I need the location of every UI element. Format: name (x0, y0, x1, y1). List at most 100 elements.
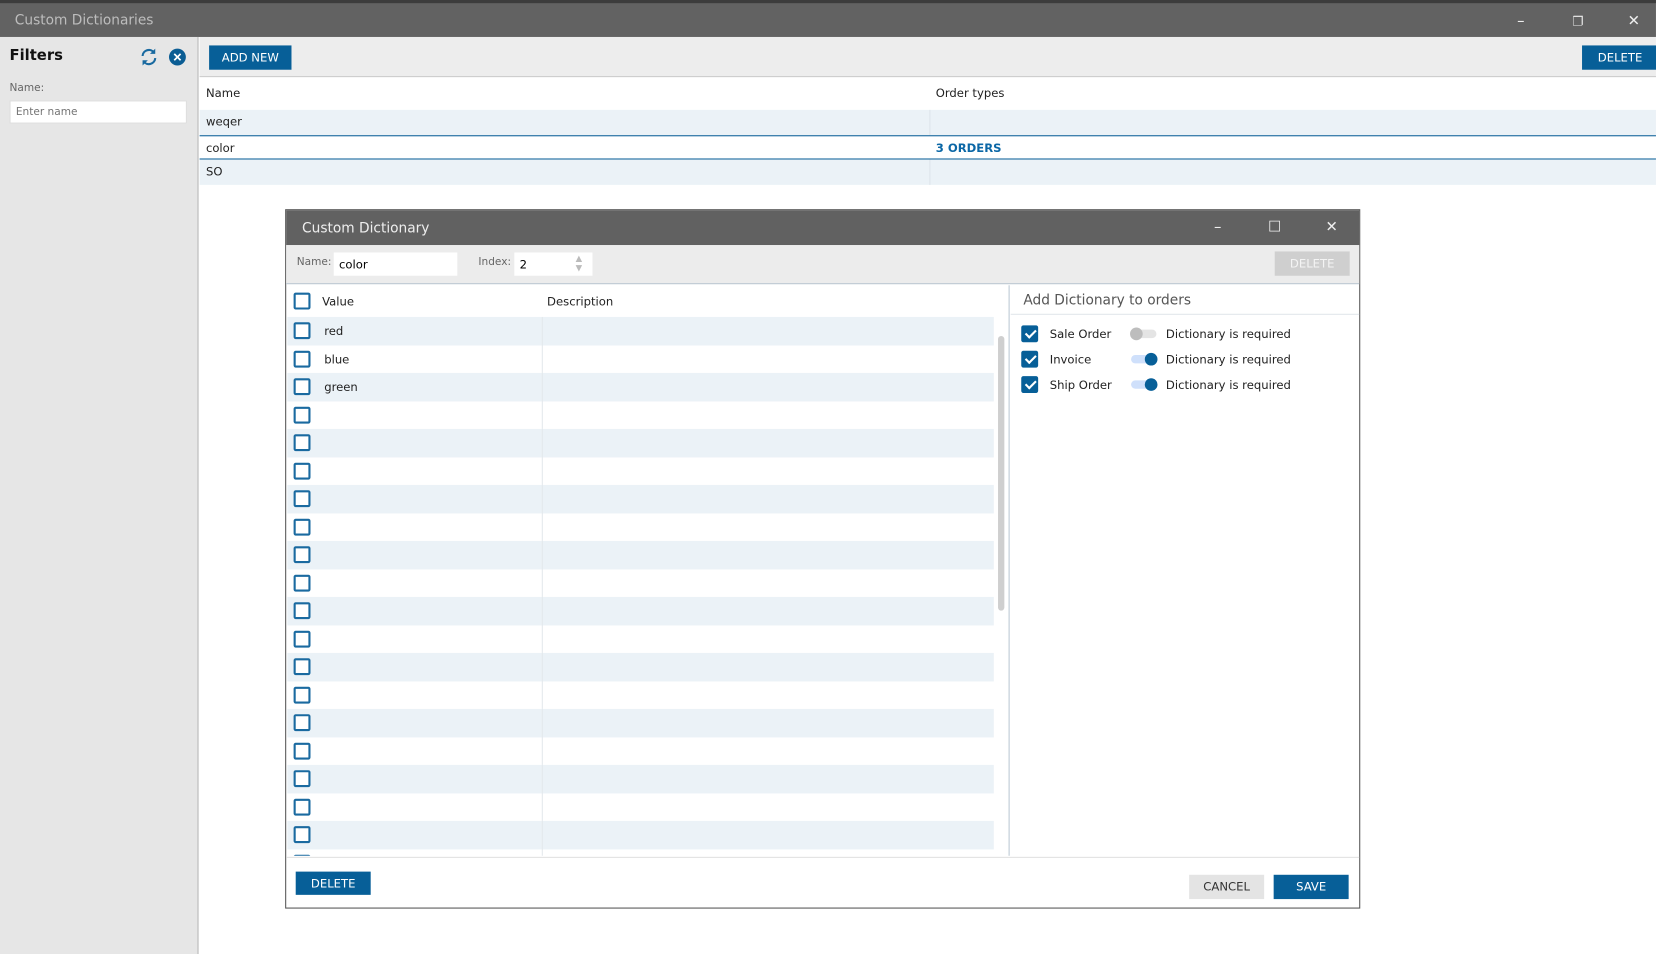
row-checkbox[interactable] (293, 518, 311, 536)
dictionaries-grid: Name Order types weqer color 3 ORDERS SO (199, 78, 1656, 185)
header-order-types[interactable]: Order types (936, 78, 1005, 110)
list-item[interactable]: green (287, 372, 994, 401)
index-label: Index: (478, 256, 512, 269)
row-checkbox[interactable] (293, 406, 311, 424)
order-type-item: Sale Order Dictionary is required (1021, 324, 1359, 345)
name-filter-input[interactable] (9, 100, 187, 124)
minimize-button[interactable]: – (1505, 10, 1537, 33)
value-cell[interactable]: blue (324, 352, 349, 366)
list-item[interactable] (287, 400, 994, 429)
header-value: Value (322, 294, 355, 309)
row-checkbox[interactable] (293, 602, 311, 620)
order-name: Invoice (1049, 352, 1092, 367)
filters-title: Filters (9, 47, 63, 65)
table-row-selected[interactable]: color 3 ORDERS (199, 134, 1656, 160)
save-button[interactable]: SAVE (1273, 874, 1349, 900)
row-checkbox[interactable] (293, 686, 311, 704)
list-item[interactable] (287, 624, 994, 653)
row-checkbox[interactable] (293, 322, 311, 340)
required-toggle[interactable] (1131, 352, 1158, 366)
required-label: Dictionary is required (1165, 352, 1291, 367)
list-item[interactable] (287, 652, 994, 681)
delete-values-button[interactable]: DELETE (295, 871, 371, 895)
window-titlebar: Custom Dictionaries – ❐ ✕ (0, 0, 1656, 37)
delete-button[interactable]: DELETE (1582, 45, 1656, 70)
list-item[interactable]: blue (287, 344, 994, 373)
row-name: color (205, 141, 235, 155)
list-item[interactable] (287, 428, 994, 457)
row-checkbox[interactable] (293, 658, 311, 676)
list-item[interactable] (287, 764, 994, 793)
row-name: weqer (205, 115, 242, 129)
order-type-item: Ship Order Dictionary is required (1021, 375, 1359, 396)
list-item[interactable]: red (287, 316, 994, 345)
list-item[interactable] (287, 512, 994, 541)
add-new-button[interactable]: ADD NEW (209, 45, 292, 70)
required-toggle[interactable] (1131, 378, 1158, 391)
list-item[interactable] (287, 708, 994, 737)
list-item[interactable] (287, 848, 994, 856)
list-item[interactable] (287, 456, 994, 485)
list-item[interactable] (287, 736, 994, 765)
clear-filters-icon[interactable] (168, 48, 187, 67)
name-filter-label: Name: (9, 82, 45, 95)
header-name[interactable]: Name (206, 78, 240, 110)
list-item[interactable] (287, 680, 994, 709)
order-checkbox[interactable] (1021, 376, 1039, 394)
dialog-titlebar: Custom Dictionary – ☐ ✕ (286, 210, 1360, 246)
dialog-fields: Name: Index: ▲▼ DELETE (286, 245, 1360, 285)
toolbar: ADD NEW DELETE (199, 36, 1656, 78)
orders-panel: Add Dictionary to orders Sale Order Dicti… (1010, 285, 1360, 856)
order-name: Sale Order (1049, 327, 1112, 342)
dialog-maximize-button[interactable]: ☐ (1259, 216, 1291, 239)
list-item[interactable] (287, 820, 994, 849)
list-item[interactable] (287, 596, 994, 625)
value-cell[interactable]: red (324, 324, 343, 338)
row-checkbox[interactable] (293, 854, 311, 856)
row-checkbox[interactable] (293, 378, 311, 396)
name-label: Name: (296, 256, 332, 269)
cancel-button[interactable]: CANCEL (1189, 874, 1265, 900)
row-checkbox[interactable] (293, 770, 311, 788)
table-row[interactable]: weqer (199, 109, 1656, 135)
row-checkbox[interactable] (293, 714, 311, 732)
row-checkbox[interactable] (293, 742, 311, 760)
restore-button[interactable]: ❐ (1562, 10, 1594, 33)
row-checkbox[interactable] (293, 434, 311, 452)
name-input[interactable] (333, 252, 458, 276)
dialog-minimize-button[interactable]: – (1202, 216, 1234, 239)
scrollbar-thumb[interactable] (998, 335, 1005, 611)
row-checkbox[interactable] (293, 546, 311, 564)
table-row[interactable]: SO (199, 159, 1656, 185)
row-checkbox[interactable] (293, 630, 311, 648)
refresh-icon[interactable] (139, 48, 158, 67)
order-type-item: Invoice Dictionary is required (1021, 350, 1359, 371)
order-checkbox[interactable] (1021, 350, 1039, 368)
order-name: Ship Order (1049, 378, 1112, 392)
row-checkbox[interactable] (293, 574, 311, 592)
dialog-close-button[interactable]: ✕ (1316, 216, 1348, 239)
dialog-title: Custom Dictionary (302, 220, 430, 237)
list-item[interactable] (287, 792, 994, 821)
stepper-arrows-icon[interactable]: ▲ ▼ (576, 254, 583, 273)
header-description: Description (547, 294, 614, 309)
scrollbar[interactable] (997, 328, 1005, 852)
custom-dictionary-dialog: Custom Dictionary – ☐ ✕ Name: Index: ▲▼ … (285, 209, 1361, 909)
list-item[interactable] (287, 484, 994, 513)
dialog-footer: DELETE CANCEL SAVE (286, 856, 1360, 909)
row-checkbox[interactable] (293, 490, 311, 508)
select-all-checkbox[interactable] (293, 292, 311, 310)
row-checkbox[interactable] (293, 350, 311, 368)
row-checkbox[interactable] (293, 462, 311, 480)
delete-top-button[interactable]: DELETE (1274, 251, 1350, 276)
list-item[interactable] (287, 568, 994, 597)
list-item[interactable] (287, 540, 994, 569)
row-checkbox[interactable] (293, 826, 311, 844)
row-checkbox[interactable] (293, 798, 311, 816)
close-button[interactable]: ✕ (1618, 10, 1650, 33)
required-label: Dictionary is required (1165, 378, 1291, 392)
required-toggle[interactable] (1130, 327, 1157, 341)
order-checkbox[interactable] (1021, 325, 1039, 343)
orders-link[interactable]: 3 ORDERS (936, 136, 1002, 160)
value-cell[interactable]: green (324, 380, 358, 394)
